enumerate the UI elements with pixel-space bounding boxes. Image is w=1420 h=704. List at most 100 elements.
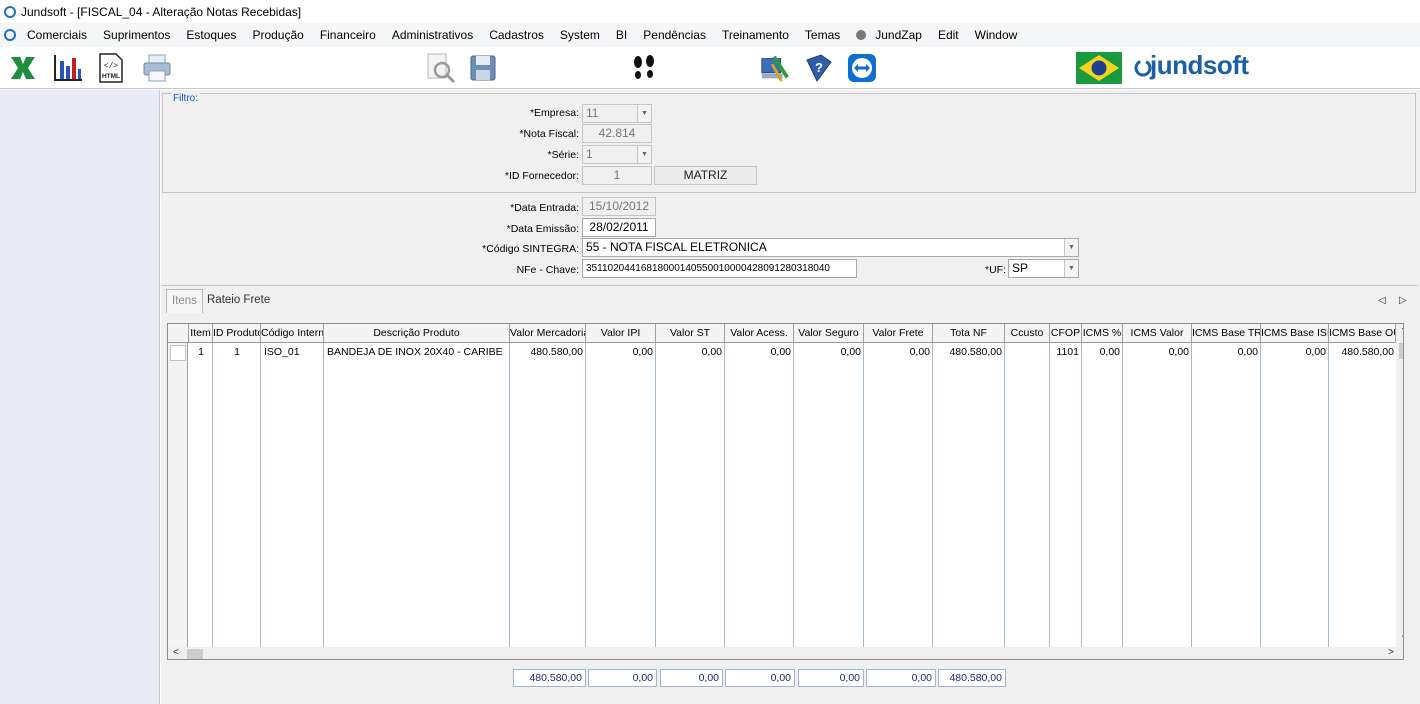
total-valor-mercadoria: 480.580,00	[513, 669, 586, 687]
menu-comerciais[interactable]: Comerciais	[27, 28, 87, 42]
column-header[interactable]: ICMS Base TRI	[1192, 324, 1261, 343]
codigo-sintegra-select[interactable]: 55 - NOTA FISCAL ELETRONICA ▼	[582, 238, 1079, 257]
menu-administrativos[interactable]: Administrativos	[392, 28, 473, 42]
horizontal-scroll-thumb[interactable]	[187, 649, 203, 659]
grid-line	[932, 343, 933, 649]
chevron-down-icon[interactable]: ▼	[1064, 239, 1078, 256]
total-nf: 480.580,00	[938, 669, 1006, 687]
svg-text:</>: </>	[104, 62, 119, 71]
scroll-down-icon[interactable]: ⌄	[1400, 630, 1403, 641]
tools-icon[interactable]	[759, 52, 791, 84]
column-header[interactable]: Valor IPI	[586, 324, 656, 343]
cell-icms-percent: 0,00	[1099, 346, 1120, 358]
vertical-scrollbar[interactable]: ⌃ ⌄	[1396, 324, 1403, 648]
menu-bi[interactable]: BI	[616, 28, 627, 42]
uf-value: SP	[1012, 261, 1029, 275]
cell-valor-ipi: 0,00	[632, 346, 653, 358]
column-header[interactable]: Descrição Produto	[324, 324, 510, 343]
nfe-chave-field[interactable]: 3511020441681800014055001000042809128031…	[582, 259, 857, 278]
cell-valor-seguro: 0,00	[840, 346, 861, 358]
print-preview-icon[interactable]	[424, 52, 456, 84]
html-export-icon[interactable]: </> HTML	[95, 52, 127, 84]
excel-export-icon[interactable]	[7, 52, 39, 84]
tab-itens[interactable]: Itens	[166, 289, 203, 313]
scroll-right-icon[interactable]: >	[1388, 647, 1394, 658]
grid-line	[793, 343, 794, 649]
grid-line	[212, 343, 213, 649]
data-emissao-field[interactable]: 28/02/2011	[582, 218, 656, 237]
main-content: Filtro: *Empresa: 11 ▼ *Nota Fiscal: 42.…	[161, 90, 1420, 704]
id-fornecedor-field[interactable]: 1	[582, 166, 652, 185]
empresa-select[interactable]: 11 ▼	[582, 104, 652, 123]
grid-line	[260, 343, 261, 649]
menu-bar: Comerciais Suprimentos Estoques Produção…	[0, 23, 1420, 47]
chevron-down-icon[interactable]: ▼	[637, 105, 651, 122]
column-header[interactable]: Valor Mercadoria	[510, 324, 586, 343]
window-title: Jundsoft - [FISCAL_04 - Alteração Notas …	[21, 4, 302, 19]
chevron-down-icon[interactable]: ▼	[1064, 260, 1078, 277]
column-header[interactable]: ID Produto	[213, 324, 261, 343]
column-header[interactable]: Valor Frete	[864, 324, 933, 343]
scroll-up-icon[interactable]: ⌃	[1400, 326, 1403, 337]
column-header[interactable]: Valor ST	[656, 324, 725, 343]
chart-icon[interactable]	[52, 52, 84, 84]
id-fornecedor-value: 1	[613, 168, 621, 182]
tab-scroll-left-icon[interactable]: ◁	[1378, 295, 1386, 306]
menu-pendencias[interactable]: Pendências	[643, 28, 706, 42]
column-header[interactable]: Valor Acess.	[725, 324, 794, 343]
print-icon[interactable]	[141, 52, 173, 84]
grid-line	[1004, 343, 1005, 649]
grid-line	[655, 343, 656, 649]
items-grid[interactable]: Item ID Produto Código Interno Descrição…	[167, 323, 1404, 660]
column-header[interactable]: Tota NF	[933, 324, 1005, 343]
teamviewer-icon[interactable]	[846, 52, 878, 84]
mdi-window-icon[interactable]	[4, 29, 16, 41]
menu-edit[interactable]: Edit	[938, 28, 959, 42]
menu-jundzap[interactable]: JundZap	[875, 28, 922, 42]
column-header[interactable]: CFOP	[1050, 324, 1082, 343]
cell-icms-base-ou: 480.580,00	[1341, 346, 1394, 358]
serie-select[interactable]: 1 ▼	[582, 145, 652, 164]
grid-line	[323, 343, 324, 649]
fornecedor-name-value: MATRIZ	[683, 168, 728, 182]
cell-valor-acess: 0,00	[770, 346, 791, 358]
tab-rateio-frete[interactable]: Rateio Frete	[202, 289, 275, 313]
total-valor-ipi: 0,00	[588, 669, 657, 687]
html-icon-label: HTML	[102, 73, 120, 80]
horizontal-scrollbar[interactable]: < >	[168, 647, 1403, 659]
column-header[interactable]: Ccusto	[1005, 324, 1050, 343]
menu-cadastros[interactable]: Cadastros	[489, 28, 544, 42]
id-fornecedor-label: *ID Fornecedor:	[504, 170, 579, 182]
cell-icms-valor: 0,00	[1168, 346, 1189, 358]
scroll-left-icon[interactable]: <	[173, 647, 179, 658]
menu-system[interactable]: System	[560, 28, 600, 42]
row-selector[interactable]	[170, 345, 186, 361]
save-icon[interactable]	[467, 52, 499, 84]
column-header[interactable]: ICMS Base OU	[1329, 324, 1396, 343]
grid-line	[1122, 343, 1123, 649]
serie-label: *Série:	[547, 149, 579, 161]
menu-window[interactable]: Window	[975, 28, 1018, 42]
left-navigation-pane	[0, 90, 160, 704]
nota-fiscal-field[interactable]: 42.814	[582, 124, 652, 143]
column-header[interactable]: Item	[189, 324, 213, 343]
vertical-scroll-thumb[interactable]	[1399, 343, 1403, 359]
menu-temas[interactable]: Temas	[805, 28, 840, 42]
column-header[interactable]: Código Interno	[261, 324, 324, 343]
column-header[interactable]: Valor Seguro	[794, 324, 864, 343]
column-header[interactable]: ICMS %	[1082, 324, 1123, 343]
tab-scroll-right-icon[interactable]: ▷	[1399, 295, 1407, 306]
menu-estoques[interactable]: Estoques	[186, 28, 236, 42]
uf-select[interactable]: SP ▼	[1008, 259, 1079, 278]
grid-line	[1260, 343, 1261, 649]
column-header[interactable]: ICMS Valor	[1123, 324, 1192, 343]
help-book-icon[interactable]: ?	[803, 52, 835, 84]
footprints-icon[interactable]	[628, 52, 660, 84]
menu-financeiro[interactable]: Financeiro	[320, 28, 376, 42]
menu-producao[interactable]: Produção	[252, 28, 303, 42]
menu-treinamento[interactable]: Treinamento	[722, 28, 789, 42]
data-entrada-field[interactable]: 15/10/2012	[582, 197, 656, 216]
chevron-down-icon[interactable]: ▼	[637, 146, 651, 163]
column-header[interactable]: ICMS Base ISE	[1261, 324, 1329, 343]
menu-suprimentos[interactable]: Suprimentos	[103, 28, 170, 42]
